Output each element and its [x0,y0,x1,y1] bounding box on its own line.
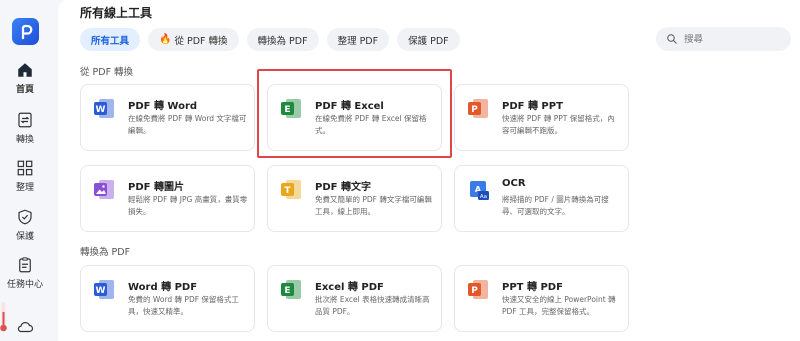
sidebar-item-label: 轉換 [15,135,34,145]
svg-text:W: W [96,105,106,115]
grid-icon [15,158,35,178]
tool-card-word-to-pdf[interactable]: W Word 轉 PDF 免費的 Word 轉 PDF 保留格式工具，快速又精準… [80,265,255,332]
home-icon [15,60,35,80]
tool-card-desc: 免費又簡單的 PDF 轉文字檔可編輯工具，線上即用。 [315,195,432,216]
app-logo[interactable] [12,18,39,45]
tool-card-desc: 在線免費將 PDF 轉 Excel 保留格式。 [315,114,427,135]
tab-all-tools[interactable]: 所有工具 [80,28,141,51]
sidebar-item-label: 保護 [15,232,34,242]
tool-card-desc: 批次將 Excel 表格快速轉成清晰高品質 PDF。 [315,295,430,316]
tool-card-pdf-to-word[interactable]: W PDF 轉 Word 在線免費將 PDF 轉 Word 文字檔可編輯。 [80,84,255,151]
tab-label: 從 PDF 轉換 [174,35,228,47]
tab-from-pdf[interactable]: 🔥 從 PDF 轉換 [148,28,239,51]
thermometer-icon [0,302,7,332]
tool-card-pdf-to-text[interactable]: T PDF 轉文字 免費又簡單的 PDF 轉文字檔可編輯工具，線上即用。 [267,165,442,232]
tab-to-pdf[interactable]: 轉換為 PDF [246,28,319,51]
tool-card-title: OCR [502,178,526,189]
svg-text:W: W [96,286,106,296]
sidebar-item-organize[interactable]: 整理 [0,158,50,193]
tool-card-title: PDF 轉 Word [128,101,198,112]
tab-label: 所有工具 [91,35,130,47]
tool-card-title: PDF 轉 PPT [502,101,563,112]
sidebar-item-cloud[interactable] [0,317,50,337]
tool-card-desc: 快速將 PDF 轉 PPT 保留格式，內容可編輯不跑版。 [502,114,615,135]
main-panel: 所有線上工具 所有工具 🔥 從 PDF 轉換 轉換為 PDF 整理 PDF 保護… [58,0,800,341]
tab-protect-pdf[interactable]: 保護 PDF [397,28,460,51]
tool-card-pdf-to-image[interactable]: PDF 轉圖片 輕鬆將 PDF 轉 JPG 高畫質，畫質零損失。 [80,165,255,232]
svg-text:T: T [284,186,291,196]
sidebar-item-label: 整理 [15,183,34,193]
tool-card-desc: 免費的 Word 轉 PDF 保留格式工具，快速又精準。 [128,295,239,316]
tab-label: 轉換為 PDF [257,35,308,47]
excel-icon: E [281,99,301,118]
tool-card-pdf-to-excel[interactable]: E PDF 轉 Excel 在線免費將 PDF 轉 Excel 保留格式。 [267,84,442,151]
sidebar-item-task-center[interactable]: 任務中心 [0,255,50,290]
image-icon [94,180,114,199]
ppt-icon: P [468,99,488,118]
tool-card-desc: 輕鬆將 PDF 轉 JPG 高畫質，畫質零損失。 [128,195,248,216]
page-title: 所有線上工具 [80,6,153,20]
tool-card-excel-to-pdf[interactable]: E Excel 轉 PDF 批次將 Excel 表格快速轉成清晰高品質 PDF。 [267,265,442,332]
sidebar-item-label: 首頁 [15,85,34,95]
excel-icon: E [281,280,301,299]
word-icon: W [94,99,114,118]
svg-text:E: E [284,105,290,115]
flame-icon: 🔥 [159,34,172,45]
sidebar: 首頁 轉換 整理 保護 任務中心 [0,0,50,341]
tab-label: 整理 PDF [337,35,379,47]
search-box[interactable] [656,27,791,51]
svg-text:Aa: Aa [480,194,487,200]
text-icon: T [281,180,301,199]
tool-card-pdf-to-ppt[interactable]: P PDF 轉 PPT 快速將 PDF 轉 PPT 保留格式，內容可編輯不跑版。 [454,84,629,151]
section-label-to-pdf: 轉換為 PDF [80,247,131,258]
tool-card-desc: 快速又安全的線上 PowerPoint 轉 PDF 工具，完整保留格式。 [502,295,616,316]
sidebar-item-convert[interactable]: 轉換 [0,110,50,145]
task-icon [15,255,35,275]
search-input[interactable] [684,33,784,45]
tool-card-desc: 將掃描的 PDF / 圖片轉換為可搜尋、可選取的文字。 [502,195,609,216]
tool-card-title: PDF 轉 Excel [315,101,384,112]
svg-text:E: E [284,286,290,296]
tool-filter-tabs: 所有工具 🔥 從 PDF 轉換 轉換為 PDF 整理 PDF 保護 PDF [80,28,460,51]
tool-card-desc: 在線免費將 PDF 轉 Word 文字檔可編輯。 [128,114,247,135]
sidebar-item-protect[interactable]: 保護 [0,207,50,242]
tool-card-ocr[interactable]: A Aa OCR 將掃描的 PDF / 圖片轉換為可搜尋、可選取的文字。 [454,165,629,232]
convert-icon [15,110,35,130]
tab-label: 保護 PDF [408,35,449,47]
tool-card-title: PPT 轉 PDF [502,282,563,293]
sidebar-item-label: 任務中心 [6,280,43,290]
sidebar-item-home[interactable]: 首頁 [0,60,50,95]
svg-text:P: P [471,286,478,296]
svg-text:P: P [471,105,478,115]
search-icon [667,34,677,44]
logo-icon [21,24,32,39]
cloud-icon [15,317,35,337]
shield-icon [15,207,35,227]
tool-card-title: Excel 轉 PDF [315,282,384,293]
tool-card-title: PDF 轉圖片 [128,182,184,193]
ppt-icon: P [468,280,488,299]
tool-card-title: PDF 轉文字 [315,182,371,193]
tool-card-title: Word 轉 PDF [128,282,198,293]
tool-card-ppt-to-pdf[interactable]: P PPT 轉 PDF 快速又安全的線上 PowerPoint 轉 PDF 工具… [454,265,629,332]
ocr-icon: A Aa [470,181,489,200]
tab-organize-pdf[interactable]: 整理 PDF [326,28,390,51]
word-icon: W [94,280,114,299]
section-label-from-pdf: 從 PDF 轉換 [80,67,134,78]
